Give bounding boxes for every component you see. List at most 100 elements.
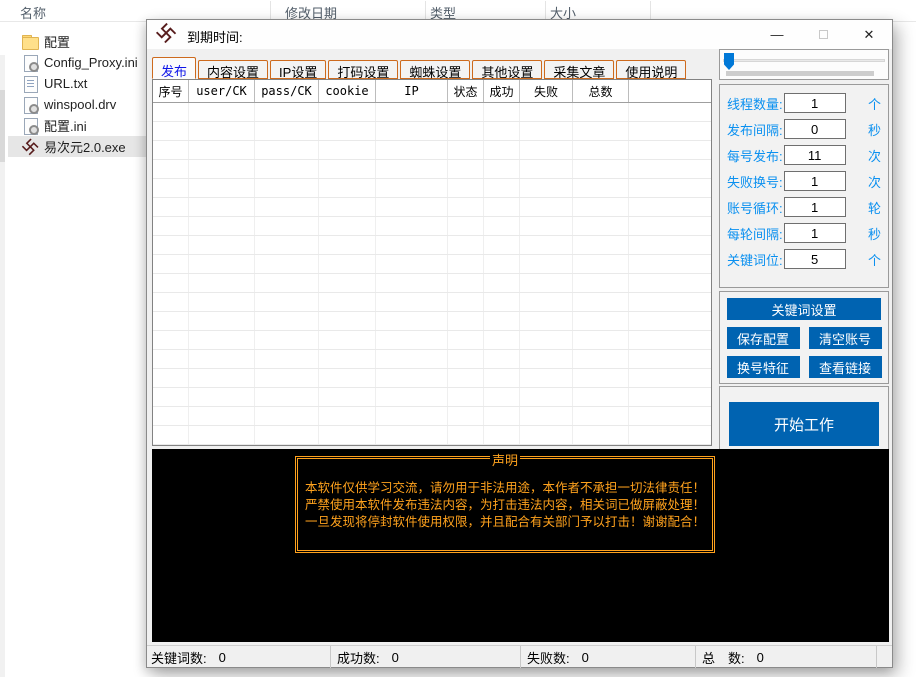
setting-label: 线程数量:	[727, 94, 783, 113]
button-row: 换号特征 查看链接	[720, 356, 888, 378]
setting-unit: 个	[868, 94, 881, 113]
tab[interactable]: 使用说明	[616, 60, 686, 79]
maximize-button[interactable]	[800, 20, 846, 49]
action-buttons-panel: 关键词设置 保存配置 清空账号 换号特征 查看链接	[719, 291, 889, 384]
setting-input[interactable]: 11	[784, 145, 846, 165]
table-row[interactable]	[153, 350, 711, 369]
tab[interactable]: 采集文章	[544, 60, 614, 79]
file-name: 配置.ini	[44, 116, 87, 135]
column-separator[interactable]	[425, 1, 426, 20]
column-separator[interactable]	[545, 1, 546, 20]
table-row[interactable]	[153, 331, 711, 350]
table-row[interactable]	[153, 179, 711, 198]
tab[interactable]: 发布	[152, 57, 196, 79]
table-row[interactable]	[153, 160, 711, 179]
file-icon	[22, 97, 38, 113]
table-row[interactable]	[153, 407, 711, 426]
setting-unit: 次	[868, 172, 881, 191]
window-controls: — ✕	[754, 20, 892, 49]
status-label: 总 数:	[702, 648, 745, 667]
account-table-header: 序号user/CKpass/CKcookieIP状态成功失败总数	[153, 80, 711, 103]
table-row[interactable]	[153, 388, 711, 407]
column-header[interactable]: pass/CK	[255, 80, 319, 102]
setting-unit: 个	[868, 250, 881, 269]
scrollbar-thumb[interactable]	[0, 90, 5, 162]
table-row[interactable]	[153, 274, 711, 293]
account-table-body[interactable]	[153, 103, 711, 446]
status-value: 0	[392, 650, 399, 665]
tab[interactable]: 其他设置	[472, 60, 542, 79]
tab[interactable]: 蜘蛛设置	[400, 60, 470, 79]
explorer-column-label[interactable]: 名称	[20, 3, 46, 22]
setting-input[interactable]: 1	[784, 171, 846, 191]
file-row[interactable]: winspool.drv	[8, 94, 148, 115]
save-config-button[interactable]: 保存配置	[727, 327, 800, 349]
tab[interactable]: 内容设置	[198, 60, 268, 79]
keyword-settings-button[interactable]: 关键词设置	[727, 298, 881, 320]
table-row[interactable]	[153, 122, 711, 141]
table-row[interactable]	[153, 369, 711, 388]
file-row[interactable]: URL.txt	[8, 73, 148, 94]
setting-label: 发布间隔:	[727, 120, 783, 139]
slider-thumb[interactable]	[724, 53, 734, 70]
file-name: 易次元2.0.exe	[44, 137, 126, 156]
column-header[interactable]: 总数	[573, 80, 629, 102]
file-list: 配置 Config_Proxy.ini URL.txt winspool.drv…	[8, 31, 148, 157]
file-icon	[22, 34, 38, 50]
column-header[interactable]: 状态	[448, 80, 484, 102]
titlebar[interactable]: 卐 到期时间: — ✕	[147, 20, 892, 49]
table-row[interactable]	[153, 217, 711, 236]
file-row[interactable]: 配置.ini	[8, 115, 148, 136]
setting-input[interactable]: 1	[784, 223, 846, 243]
table-row[interactable]	[153, 198, 711, 217]
table-row[interactable]	[153, 103, 711, 122]
app-swastika-icon: 卐	[152, 21, 177, 46]
column-separator[interactable]	[650, 1, 651, 20]
disclaimer-line: 本软件仅供学习交流，请勿用于非法用途，本作者不承担一切法律责任！	[298, 480, 712, 497]
close-button[interactable]: ✕	[846, 20, 892, 49]
start-work-button[interactable]: 开始工作	[729, 402, 879, 446]
settings-panel: 线程数量: 1 个 发布间隔: 0 秒 每号发布: 11 次 失败换号: 1 次	[719, 84, 889, 288]
progress-bar	[726, 71, 874, 76]
account-table[interactable]: 序号user/CKpass/CKcookieIP状态成功失败总数	[152, 79, 712, 446]
tab[interactable]: IP设置	[270, 60, 326, 79]
clear-accounts-button[interactable]: 清空账号	[809, 327, 882, 349]
file-row[interactable]: 配置	[8, 31, 148, 52]
maximize-icon	[819, 30, 828, 39]
table-row[interactable]	[153, 293, 711, 312]
column-header[interactable]: 成功	[484, 80, 520, 102]
column-separator[interactable]	[270, 1, 271, 20]
switch-feature-button[interactable]: 换号特征	[727, 356, 800, 378]
setting-input[interactable]: 5	[784, 249, 846, 269]
setting-input[interactable]: 1	[784, 197, 846, 217]
slider-track[interactable]	[723, 59, 885, 62]
file-row[interactable]: 易次元2.0.exe	[8, 136, 148, 157]
setting-input[interactable]: 0	[784, 119, 846, 139]
table-row[interactable]	[153, 445, 711, 446]
pane-scrollbar[interactable]	[0, 55, 5, 677]
thread-slider-panel	[719, 49, 889, 80]
status-value: 0	[219, 650, 226, 665]
setting-input[interactable]: 1	[784, 93, 846, 113]
table-row[interactable]	[153, 312, 711, 331]
setting-label: 失败换号:	[727, 172, 783, 191]
column-header[interactable]: user/CK	[189, 80, 255, 102]
column-header[interactable]: cookie	[319, 80, 376, 102]
column-header[interactable]: IP	[376, 80, 448, 102]
disclaimer-title: 声明	[490, 450, 520, 469]
column-header[interactable]: 失败	[520, 80, 573, 102]
setting-unit: 次	[868, 146, 881, 165]
file-row[interactable]: Config_Proxy.ini	[8, 52, 148, 73]
table-row[interactable]	[153, 255, 711, 274]
table-row[interactable]	[153, 426, 711, 445]
status-label: 失败数:	[527, 648, 570, 667]
column-header[interactable]: 序号	[153, 80, 189, 102]
button-row: 保存配置 清空账号	[720, 327, 888, 349]
view-links-button[interactable]: 查看链接	[809, 356, 882, 378]
tab[interactable]: 打码设置	[328, 60, 398, 79]
status-label: 成功数:	[337, 648, 380, 667]
minimize-button[interactable]: —	[754, 20, 800, 49]
setting-row: 失败换号: 1 次	[720, 168, 888, 194]
table-row[interactable]	[153, 141, 711, 160]
table-row[interactable]	[153, 236, 711, 255]
